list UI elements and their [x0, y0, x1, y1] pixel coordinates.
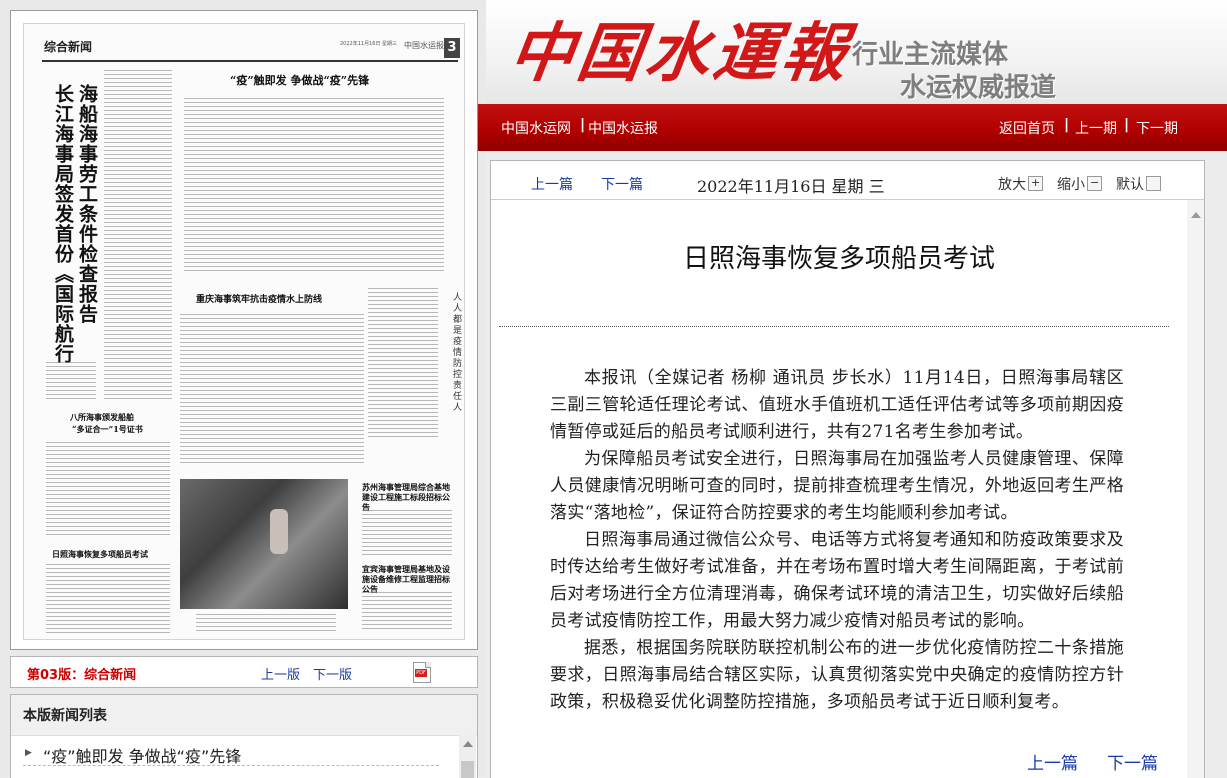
paper-rule [42, 60, 458, 62]
nav-bar: 中国水运网 | 中国水运报 返回首页 | 上一期 | 下一期 [478, 104, 1227, 151]
edition-title: 第03版：综合新闻 [27, 668, 137, 683]
toolbar-next-article[interactable]: 下一篇 [601, 174, 643, 194]
paper-text-block [362, 510, 452, 558]
paper-headline-left-1[interactable]: 八所海事颁发船舶 [70, 412, 134, 423]
paper-text-block [46, 362, 96, 402]
default-size-button[interactable]: 默认 [1116, 174, 1161, 194]
site-logo[interactable]: 中国水運報 [504, 14, 856, 94]
nav-next-issue[interactable]: 下一期 [1136, 118, 1178, 138]
paper-box-headline-2[interactable]: 宜宾海事管理局基地及设施设备维修工程监理招标公告 [362, 564, 452, 594]
bottom-next-article[interactable]: 下一篇 [1107, 749, 1158, 774]
paper-masthead: 中国水运报 [404, 41, 444, 50]
nav-separator: | [1064, 117, 1070, 133]
next-edition-link[interactable]: 下一版 [313, 664, 352, 683]
paper-headline-mid[interactable]: 重庆海事筑牢抗击疫情水上防线 [196, 292, 322, 305]
article-toolbar: 上一篇 下一篇 2022年11月16日 星期 三 放大 + 缩小 − 默认 [491, 161, 1204, 200]
article-paragraph: 日照海事局通过微信公众号、电话等方式将复考通知和防疫政策要求及时传达给考生做好考… [550, 530, 1124, 631]
newspaper-page-image[interactable]: 综合新闻 2022年11月16日 星期三 中国水运报 3 海船海事劳工条件检查报… [23, 23, 465, 640]
nav-separator: | [1124, 117, 1130, 133]
paper-headline-top[interactable]: “疫”触即发 争做战“疫”先锋 [230, 72, 369, 88]
article-panel: 上一篇 下一篇 2022年11月16日 星期 三 放大 + 缩小 − 默认 日照海事… [490, 160, 1205, 778]
nav-prev-issue[interactable]: 上一期 [1075, 118, 1117, 138]
zoom-in-button[interactable]: 放大 + [998, 174, 1043, 194]
paper-date: 2022年11月16日 星期三 [340, 41, 398, 47]
nav-paper-link[interactable]: 中国水运报 [588, 118, 658, 138]
default-size-label: 默认 [1116, 177, 1144, 193]
news-list-panel: 本版新闻列表 ▶ “疫”触即发 争做战“疫”先锋 [10, 694, 478, 778]
nav-site-link[interactable]: 中国水运网 [501, 118, 571, 138]
article-paragraph: 据悉，根据国务院联防联控机制公布的进一步优化疫情防控二十条措施要求，日照海事局结… [550, 638, 1124, 712]
minus-icon[interactable]: − [1087, 176, 1102, 191]
paper-text-block [104, 70, 172, 400]
prev-edition-link[interactable]: 上一版 [261, 664, 300, 683]
paper-text-block [184, 98, 444, 274]
paper-headline-left-3[interactable]: 日照海事恢复多项船员考试 [52, 549, 148, 560]
paper-headline-vertical-1[interactable]: 海船海事劳工条件检查报告 [74, 84, 101, 384]
triangle-right-icon: ▶ [25, 748, 32, 758]
nav-home-link[interactable]: 返回首页 [999, 118, 1055, 138]
pdf-icon[interactable]: PDF [413, 662, 431, 683]
edition-bar: 第03版：综合新闻 上一版 下一版 PDF [10, 656, 478, 688]
article-body: 本报讯（全媒记者 杨柳 通讯员 步长水）11月14日，日照海事局辖区三副三管轮适… [550, 365, 1124, 716]
article-scrollbar[interactable] [1187, 200, 1204, 778]
paper-page-number: 3 [444, 38, 460, 58]
list-item[interactable]: ▶ “疫”触即发 争做战“疫”先锋 [23, 743, 439, 766]
paper-headline-left-2[interactable]: “多证合一”1号证书 [72, 424, 143, 435]
article-paragraph: 为保障船员考试安全进行，日照海事局在加强监考人员健康管理、保障人员健康情况明晰可… [550, 449, 1124, 523]
zoom-out-button[interactable]: 缩小 − [1057, 174, 1102, 194]
article-title: 日照海事恢复多项船员考试 [682, 244, 995, 274]
news-list-scrollbar[interactable] [459, 735, 476, 778]
article-content: 日照海事恢复多项船员考试 本报讯（全媒记者 杨柳 通讯员 步长水）11月14日，… [491, 200, 1187, 778]
newspaper-page-frame: 综合新闻 2022年11月16日 星期三 中国水运报 3 海船海事劳工条件检查报… [10, 10, 478, 650]
toolbar-prev-article[interactable]: 上一篇 [531, 174, 573, 194]
plus-icon[interactable]: + [1028, 176, 1043, 191]
article-paragraph: 本报讯（全媒记者 杨柳 通讯员 步长水）11月14日，日照海事局辖区三副三管轮适… [550, 368, 1124, 442]
paper-photo [180, 479, 348, 609]
issue-date: 2022年11月16日 星期 三 [697, 177, 885, 196]
paper-text-block [180, 314, 364, 464]
scroll-up-icon[interactable] [463, 741, 473, 747]
paper-headline-vertical-2[interactable]: 长江海事局签发首份《国际航行 [50, 84, 77, 384]
site-header: 中国水運報 行业主流媒体 水运权威报道 [486, 0, 1227, 104]
bottom-prev-article[interactable]: 上一篇 [1027, 749, 1078, 774]
nav-separator: | [580, 117, 586, 133]
news-list-title: 本版新闻列表 [11, 695, 477, 736]
scrollbar-thumb[interactable] [461, 761, 474, 778]
list-item-label[interactable]: “疫”触即发 争做战“疫”先锋 [43, 743, 241, 767]
paper-text-block [368, 288, 438, 438]
scroll-up-icon[interactable] [1191, 212, 1201, 218]
zoom-out-label: 缩小 [1057, 177, 1085, 193]
paper-text-block [362, 592, 452, 632]
header-slogan-1: 行业主流媒体 [852, 40, 1009, 70]
paper-text-block [196, 614, 336, 634]
pdf-icon-label: PDF [415, 669, 427, 677]
title-divider [499, 326, 1169, 327]
paper-slogan-vertical: 人人都是疫情防控责任人 [451, 292, 461, 413]
left-column: 综合新闻 2022年11月16日 星期三 中国水运报 3 海船海事劳工条件检查报… [0, 0, 486, 778]
reset-icon[interactable] [1146, 176, 1161, 191]
zoom-in-label: 放大 [998, 177, 1026, 193]
paper-text-block [46, 442, 170, 538]
paper-box-headline-1[interactable]: 苏州海事管理局综合基地建设工程施工标段招标公告 [362, 482, 452, 512]
paper-section-title: 综合新闻 [44, 40, 93, 54]
paper-text-block [46, 564, 170, 634]
header-slogan-2: 水运权威报道 [900, 73, 1057, 103]
